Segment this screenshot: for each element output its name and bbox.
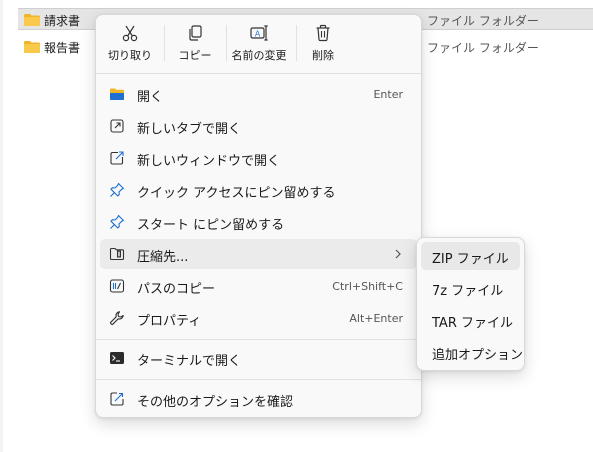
quick-divider <box>164 25 165 61</box>
menu-item-label: その他のオプションを確認 <box>137 395 294 410</box>
menu-item-copy-path[interactable]: パスのコピー Ctrl+Shift+C <box>100 271 417 301</box>
rename-button[interactable]: A 名前の変更 <box>228 21 290 67</box>
menu-item-label: クイック アクセスにピン留めする <box>137 186 336 201</box>
svg-text:A: A <box>255 29 261 38</box>
menu-item-label: パスのコピー <box>137 282 216 297</box>
delete-button[interactable]: 削除 <box>302 21 344 67</box>
menu-item-label: スタート にピン留めする <box>137 218 285 233</box>
copy-button[interactable]: コピー <box>172 21 218 67</box>
menu-item-label: 新しいウィンドウで開く <box>137 154 281 169</box>
file-name: 報告書 <box>44 41 81 55</box>
menu-item-label: 新しいタブで開く <box>137 122 242 137</box>
submenu-item-label: 7z ファイル <box>432 284 504 299</box>
shortcut-text: Ctrl+Shift+C <box>332 280 403 293</box>
explorer-window: 請求書 ファイル フォルダー 報告書 ファイル フォルダー 切り取り コピー A… <box>0 0 593 452</box>
menu-item-more-options[interactable]: その他のオプションを確認 <box>100 384 417 414</box>
cut-button[interactable]: 切り取り <box>104 21 156 67</box>
pin-start-icon <box>110 214 125 229</box>
rename-label: 名前の変更 <box>231 49 287 62</box>
menu-item-open-new-window[interactable]: 新しいウィンドウで開く <box>100 143 417 173</box>
delete-label: 削除 <box>312 49 334 62</box>
more-options-icon <box>110 392 124 406</box>
menu-item-compress-to[interactable]: 圧縮先... <box>100 239 417 269</box>
file-type: ファイル フォルダー <box>427 14 539 28</box>
quick-action-bar: 切り取り コピー A 名前の変更 削除 <box>96 15 421 71</box>
cut-icon <box>122 25 138 42</box>
submenu-item-zip[interactable]: ZIP ファイル <box>421 242 520 270</box>
submenu-item-label: 追加オプション <box>432 348 524 363</box>
menu-item-pin-quick-access[interactable]: クイック アクセスにピン留めする <box>100 175 417 205</box>
menu-item-pin-start[interactable]: スタート にピン留めする <box>100 207 417 237</box>
file-name: 請求書 <box>44 14 81 28</box>
folder-icon <box>24 41 40 53</box>
submenu-item-label: ZIP ファイル <box>432 252 509 267</box>
quick-divider <box>296 25 297 61</box>
submenu-item-7z[interactable]: 7z ファイル <box>421 274 520 302</box>
rename-icon: A <box>250 25 268 41</box>
wrench-icon <box>109 311 124 326</box>
menu-item-label: ターミナルで開く <box>137 354 242 369</box>
copy-path-icon <box>109 279 125 293</box>
pin-icon <box>110 182 125 197</box>
copy-icon <box>189 25 202 41</box>
menu-divider <box>96 339 421 340</box>
menu-item-open[interactable]: 開く Enter <box>100 79 417 109</box>
menu-divider <box>96 73 421 74</box>
new-window-icon <box>110 151 124 165</box>
context-menu: 切り取り コピー A 名前の変更 削除 開く Enter 新しいタブで開く 新し… <box>95 14 422 418</box>
nav-pane-edge <box>0 0 3 452</box>
shortcut-text: Alt+Enter <box>349 312 403 325</box>
menu-item-properties[interactable]: プロパティ Alt+Enter <box>100 303 417 333</box>
terminal-icon <box>110 352 124 364</box>
zip-icon <box>109 247 125 261</box>
quick-divider <box>226 25 227 61</box>
submenu-item-additional-options[interactable]: 追加オプション <box>421 338 524 366</box>
cut-label: 切り取り <box>108 49 152 62</box>
menu-divider <box>96 379 421 380</box>
delete-icon <box>316 24 330 42</box>
menu-item-label: 開く <box>137 90 164 105</box>
chevron-right-icon <box>395 249 401 259</box>
submenu-item-tar[interactable]: TAR ファイル <box>421 306 520 334</box>
copy-label: コピー <box>178 49 212 62</box>
file-type: ファイル フォルダー <box>427 41 539 55</box>
compress-submenu: ZIP ファイル 7z ファイル TAR ファイル 追加オプション <box>416 237 525 371</box>
new-tab-icon <box>110 119 124 133</box>
folder-open-icon <box>110 88 124 100</box>
menu-item-label: プロパティ <box>137 314 202 329</box>
submenu-item-label: TAR ファイル <box>432 316 513 331</box>
menu-item-open-terminal[interactable]: ターミナルで開く <box>100 343 417 373</box>
shortcut-text: Enter <box>373 88 403 101</box>
menu-item-label: 圧縮先... <box>137 250 189 265</box>
menu-item-open-new-tab[interactable]: 新しいタブで開く <box>100 111 417 141</box>
folder-icon <box>24 14 40 26</box>
